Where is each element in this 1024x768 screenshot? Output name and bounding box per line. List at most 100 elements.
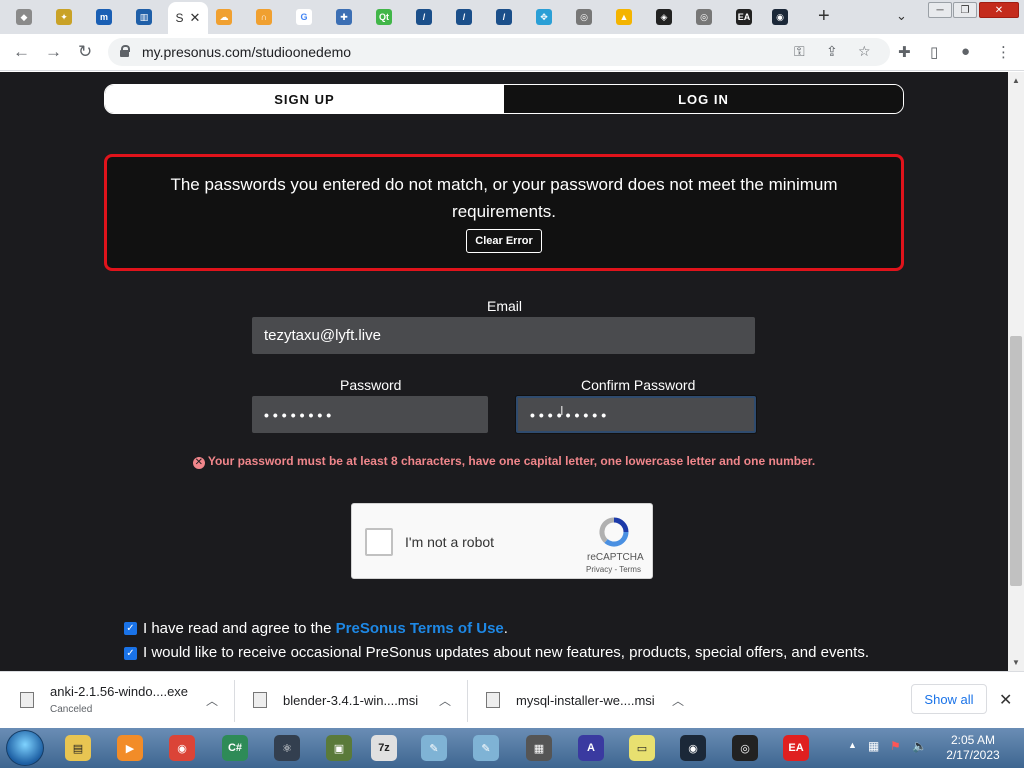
unity-icon: ◈ — [656, 9, 672, 25]
browser-tab[interactable]: Qt — [366, 4, 402, 30]
taskbar-app[interactable]: ▤ — [60, 731, 96, 765]
browser-tab[interactable]: ◉ — [762, 4, 798, 30]
side-panel-icon[interactable]: ▯ — [930, 43, 938, 61]
lock-icon[interactable] — [120, 45, 130, 57]
taskbar-app[interactable]: C# — [217, 731, 253, 765]
close-shelf-icon[interactable]: ✕ — [999, 690, 1012, 710]
browser-tab[interactable]: / — [446, 4, 482, 30]
login-tab[interactable]: LOG IN — [504, 85, 903, 113]
arc-icon: A — [578, 735, 604, 761]
terms-of-use-link[interactable]: PreSonus Terms of Use — [336, 620, 504, 637]
active-tab[interactable]: S ✕ — [168, 2, 208, 34]
restore-button[interactable]: ❐ — [953, 2, 977, 18]
taskbar-app[interactable]: EA — [778, 731, 814, 765]
browser-tab[interactable]: / — [406, 4, 442, 30]
chevron-up-icon[interactable]: ︿ — [439, 692, 451, 709]
show-all-button[interactable]: Show all — [911, 684, 987, 714]
browser-tab[interactable]: ◈ — [646, 4, 682, 30]
bookmark-star-icon[interactable]: ☆ — [858, 43, 871, 60]
back-icon[interactable]: ← — [13, 42, 30, 62]
clear-error-button[interactable]: Clear Error — [466, 229, 542, 253]
volume-icon[interactable]: 🔈 — [912, 739, 927, 753]
waveform-icon: ▥ — [136, 9, 152, 25]
terms-checkbox[interactable]: ✓ — [124, 622, 137, 635]
scroll-thumb[interactable] — [1010, 336, 1022, 586]
taskbar-app[interactable]: 7z — [366, 731, 402, 765]
download-item[interactable]: blender-3.4.1-win....msi ︿ — [253, 672, 468, 729]
taskbar-app[interactable]: A — [573, 731, 609, 765]
csharp-icon: C# — [222, 735, 248, 761]
close-tab-icon[interactable]: ✕ — [190, 10, 201, 26]
tray-expand-icon[interactable]: ▲ — [848, 740, 857, 750]
recaptcha-links[interactable]: Privacy - Terms — [586, 565, 641, 574]
minimize-button[interactable]: ─ — [928, 2, 952, 18]
confirm-password-field[interactable]: ••••••••• I — [516, 396, 756, 433]
browser-tab[interactable]: ☁ — [206, 4, 242, 30]
browser-tab[interactable]: ✚ — [326, 4, 362, 30]
profile-avatar-icon[interactable]: ● — [961, 43, 970, 60]
password-field[interactable]: •••••••• — [252, 396, 488, 433]
studio-one-icon: / — [496, 9, 512, 25]
menu-kebab-icon[interactable]: ⋮ — [996, 43, 1011, 61]
reload-icon[interactable]: ↻ — [78, 42, 92, 62]
notepad-icon: ✎ — [473, 735, 499, 761]
browser-tab[interactable]: G — [286, 4, 322, 30]
recaptcha-label: I'm not a robot — [405, 534, 495, 550]
close-window-button[interactable]: ✕ — [979, 2, 1019, 18]
sticky-notes-icon: ▭ — [629, 735, 655, 761]
key-icon[interactable]: ⚿ — [794, 43, 805, 60]
msi-file-icon — [486, 692, 500, 708]
flag-icon[interactable]: ⚑ — [890, 739, 901, 753]
start-button[interactable] — [6, 730, 44, 766]
clock-date: 2/17/2023 — [946, 748, 1000, 762]
share-icon[interactable]: ⇪ — [826, 43, 838, 60]
browser-tab[interactable]: ✥ — [526, 4, 562, 30]
signup-tab[interactable]: SIGN UP — [105, 85, 504, 113]
new-tab-button[interactable]: + — [818, 6, 830, 26]
scroll-up-icon[interactable]: ▲ — [1012, 76, 1020, 85]
password-label: Password — [340, 377, 402, 393]
browser-tab[interactable]: EA — [726, 4, 762, 30]
auth-toggle: SIGN UP LOG IN — [104, 84, 904, 114]
extensions-icon[interactable]: ✚ — [898, 43, 911, 61]
download-item[interactable]: anki-2.1.56-windo....exe Canceled ︿ — [20, 672, 235, 729]
scroll-down-icon[interactable]: ▼ — [1012, 658, 1020, 667]
taskbar-app[interactable]: ◉ — [675, 731, 711, 765]
url-text[interactable]: my.presonus.com/studioonedemo — [142, 44, 351, 60]
taskbar-app[interactable]: ▭ — [624, 731, 660, 765]
error-x-icon: ✕ — [192, 457, 205, 469]
network-icon[interactable]: ▦ — [868, 739, 879, 753]
browser-tab[interactable]: ◎ — [566, 4, 602, 30]
browser-tab[interactable]: ✦ — [46, 4, 82, 30]
email-label: Email — [487, 298, 523, 314]
taskbar-app[interactable]: ▣ — [321, 731, 357, 765]
recaptcha-checkbox[interactable] — [365, 528, 393, 556]
terms-suffix: . — [503, 620, 508, 637]
download-item[interactable]: mysql-installer-we....msi ︿ — [486, 672, 701, 729]
taskbar-app[interactable]: ✎ — [468, 731, 504, 765]
taskbar-app[interactable]: ▶ — [112, 731, 148, 765]
address-bar[interactable]: my.presonus.com/studioonedemo ⚿ ⇪ ☆ — [108, 38, 890, 66]
taskbar-app[interactable]: ▦ — [521, 731, 557, 765]
email-field[interactable]: tezytaxu@lyft.live — [252, 317, 755, 354]
browser-tab[interactable]: / — [486, 4, 522, 30]
browser-tab[interactable]: ◆ — [6, 4, 42, 30]
browser-tab[interactable]: ∩ — [246, 4, 282, 30]
tab-search-chevron-icon[interactable]: ⌄ — [896, 8, 907, 24]
forward-icon[interactable]: → — [45, 42, 62, 62]
chevron-up-icon[interactable]: ︿ — [206, 692, 218, 709]
browser-tab[interactable]: ▲ — [606, 4, 642, 30]
browser-tab[interactable]: ▥ — [126, 4, 162, 30]
taskbar-app[interactable]: ⚛ — [269, 731, 305, 765]
studio-one-icon: / — [416, 9, 432, 25]
updates-checkbox[interactable]: ✓ — [124, 647, 137, 660]
chevron-up-icon[interactable]: ︿ — [672, 692, 684, 709]
taskbar-app[interactable]: ◉ — [164, 731, 200, 765]
download-shelf: anki-2.1.56-windo....exe Canceled ︿ blen… — [0, 671, 1024, 728]
taskbar-app[interactable]: ◎ — [727, 731, 763, 765]
page-scrollbar[interactable]: ▲ ▼ — [1008, 72, 1024, 671]
browser-tab[interactable]: m — [86, 4, 122, 30]
clock[interactable]: 2:05 AM 2/17/2023 — [936, 733, 1010, 763]
taskbar-app[interactable]: ✎ — [416, 731, 452, 765]
browser-tab[interactable]: ◎ — [686, 4, 722, 30]
